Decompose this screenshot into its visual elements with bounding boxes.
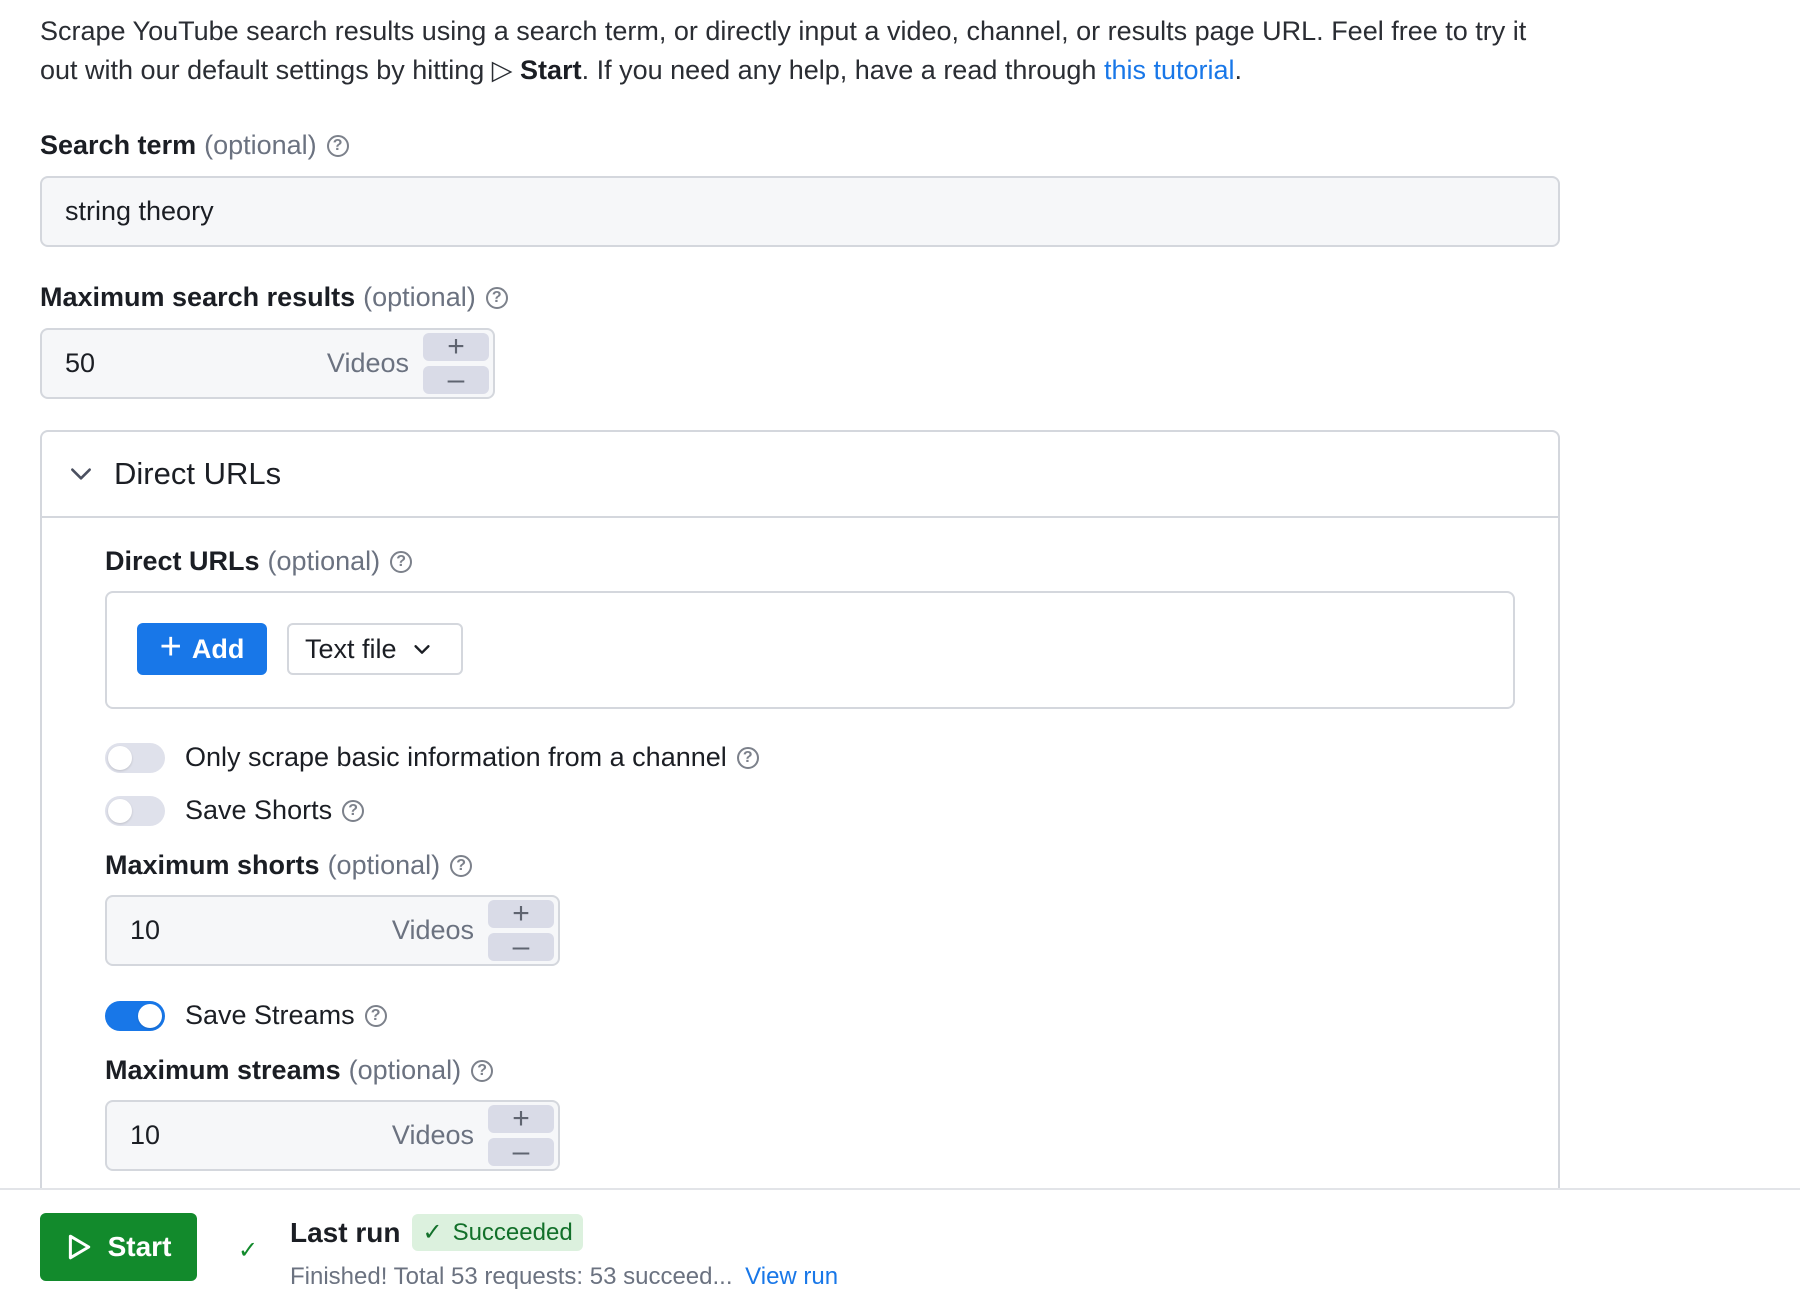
help-circle-icon[interactable]	[364, 1004, 387, 1027]
basic-channel-info-row: Only scrape basic information from a cha…	[105, 742, 759, 773]
run-description: Finished! Total 53 requests: 53 succeed.…	[290, 1263, 838, 1291]
max-shorts-label-text: Maximum shorts	[105, 850, 320, 880]
max-search-results-label: Maximum search results (optional)	[40, 282, 508, 313]
help-circle-icon[interactable]	[450, 854, 473, 877]
run-footer: Start ✓ Last run ✓ Succeeded Finished! T…	[0, 1188, 1800, 1295]
help-circle-icon[interactable]	[342, 799, 365, 822]
status-badge: ✓ Succeeded	[412, 1214, 583, 1251]
start-glyph: ▷	[491, 55, 513, 85]
check-icon: ✓	[238, 1237, 259, 1264]
run-description-text: Finished! Total 53 requests: 53 succeed.…	[290, 1263, 733, 1290]
search-term-value: string theory	[65, 196, 214, 226]
help-circle-icon[interactable]	[471, 1059, 494, 1082]
search-term-input[interactable]: string theory	[40, 176, 1560, 247]
last-run-label: Last run	[290, 1216, 401, 1248]
max-shorts-value: 10	[130, 915, 161, 945]
max-streams-label-text: Maximum streams	[105, 1055, 341, 1085]
unit-label: Videos	[391, 1120, 474, 1150]
optional-tag: (optional)	[267, 546, 381, 576]
status-badge-text: Succeeded	[452, 1218, 573, 1246]
view-run-link[interactable]: View run	[745, 1263, 838, 1290]
toggle-knob	[108, 798, 132, 823]
increment-button[interactable]: +	[423, 332, 489, 362]
unit-label: Videos	[326, 348, 409, 378]
decrement-button[interactable]: –	[488, 1137, 554, 1167]
tutorial-link[interactable]: this tutorial	[1104, 55, 1235, 85]
max-shorts-label: Maximum shorts (optional)	[105, 850, 473, 881]
help-circle-icon[interactable]	[390, 550, 413, 573]
start-button[interactable]: Start	[40, 1213, 197, 1281]
help-circle-icon[interactable]	[485, 286, 508, 309]
direct-urls-label: Direct URLs (optional)	[105, 546, 413, 577]
source-type-value: Text file	[305, 633, 397, 664]
start-word: Start	[520, 55, 582, 85]
toggle-knob	[108, 745, 132, 770]
search-term-label-text: Search term	[40, 130, 197, 160]
save-shorts-label: Save Shorts	[185, 795, 333, 825]
max-shorts-input[interactable]: 10 Videos + –	[105, 895, 560, 966]
start-button-label: Start	[107, 1231, 172, 1262]
basic-channel-info-toggle[interactable]	[105, 742, 165, 773]
increment-button[interactable]: +	[488, 1104, 554, 1134]
direct-urls-label-text: Direct URLs	[105, 546, 260, 576]
intro-text-middle: . If you need any help, have a read thro…	[581, 55, 1104, 85]
save-streams-row: Save Streams	[105, 1000, 387, 1031]
search-term-label: Search term (optional)	[40, 130, 349, 161]
decrement-button[interactable]: –	[488, 932, 554, 962]
direct-urls-section: Direct URLs Direct URLs (optional) + Add…	[40, 430, 1560, 1295]
add-url-button[interactable]: + Add	[137, 623, 267, 675]
toggle-knob	[138, 1003, 162, 1028]
max-search-results-input[interactable]: 50 Videos + –	[40, 328, 495, 399]
optional-tag: (optional)	[348, 1055, 462, 1085]
direct-urls-section-header[interactable]: Direct URLs	[42, 432, 1558, 518]
section-title: Direct URLs	[114, 456, 282, 491]
max-search-results-value: 50	[65, 348, 96, 378]
help-circle-icon[interactable]	[736, 746, 759, 769]
save-shorts-row: Save Shorts	[105, 795, 365, 826]
chevron-down-icon	[413, 645, 430, 654]
source-type-select[interactable]: Text file	[287, 623, 463, 675]
save-shorts-toggle[interactable]	[105, 795, 165, 826]
add-button-label: Add	[191, 633, 245, 664]
save-streams-label: Save Streams	[185, 1000, 355, 1030]
intro-paragraph: Scrape YouTube search results using a se…	[40, 12, 1560, 90]
max-streams-value: 10	[130, 1120, 161, 1150]
help-circle-icon[interactable]	[326, 134, 349, 157]
max-streams-label: Maximum streams (optional)	[105, 1055, 494, 1086]
max-streams-input[interactable]: 10 Videos + –	[105, 1100, 560, 1171]
optional-tag: (optional)	[363, 282, 476, 312]
unit-label: Videos	[391, 915, 474, 945]
check-icon: ✓	[422, 1219, 443, 1246]
plus-icon: +	[159, 626, 182, 668]
last-run-heading: Last run ✓ Succeeded	[290, 1214, 583, 1251]
optional-tag: (optional)	[327, 850, 441, 880]
max-search-results-label-text: Maximum search results	[40, 282, 356, 312]
direct-urls-list: + Add Text file	[105, 591, 1515, 709]
basic-channel-info-label: Only scrape basic information from a cha…	[185, 742, 727, 772]
chevron-down-icon	[71, 468, 91, 480]
decrement-button[interactable]: –	[423, 365, 489, 395]
intro-text-after: .	[1234, 55, 1243, 85]
optional-tag: (optional)	[204, 130, 317, 160]
actor-input-page: Scrape YouTube search results using a se…	[0, 0, 1800, 1295]
play-icon	[68, 1234, 90, 1260]
save-streams-toggle[interactable]	[105, 1000, 165, 1031]
increment-button[interactable]: +	[488, 899, 554, 929]
